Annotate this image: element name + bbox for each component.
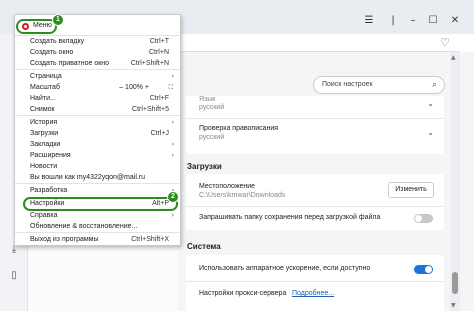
settings-search-input[interactable]: Поиск настроек ⌕: [313, 76, 445, 94]
favorite-heart-icon[interactable]: ♡: [440, 36, 450, 49]
hw-accel-label: Использовать аппаратное ускорение, если …: [199, 265, 371, 272]
system-section-title: Система: [187, 242, 221, 251]
opera-logo-icon: [22, 23, 29, 30]
system-card: Использовать аппаратное ускорение, если …: [186, 255, 444, 311]
search-placeholder: Поиск настроек: [322, 81, 373, 88]
callout-badge-1: 1: [52, 14, 64, 26]
menu-item-exit[interactable]: Выход из программы Ctrl+Shift+X: [30, 234, 177, 245]
scroll-down-icon[interactable]: ▼: [451, 302, 456, 309]
proxy-settings-label: Настройки прокси-сервера: [199, 290, 287, 297]
language-label: Язык: [199, 96, 216, 103]
menu-item-private-window[interactable]: Создать приватное окно Ctrl+Shift+N: [30, 58, 177, 69]
downloads-card: Местоположение C:\Users\kmwar\Downloads …: [186, 174, 444, 230]
menu-item-settings[interactable]: Настройки Alt+P: [30, 198, 177, 209]
separator-icon: |: [391, 14, 395, 26]
menu-item-downloads[interactable]: Загрузки Ctrl+J: [30, 128, 177, 139]
zoom-in-button: +: [144, 84, 149, 91]
divider: [186, 206, 444, 207]
menu-divider: [15, 232, 180, 233]
menu-item-extensions[interactable]: Расширения ›: [30, 150, 177, 161]
panel-toggle-icon[interactable]: ▯: [8, 270, 20, 282]
settings-content: Поиск настроек ⌕ Язык русский ⌄ Проверка…: [178, 52, 474, 311]
divider: [186, 118, 444, 119]
change-location-button[interactable]: Изменить: [388, 182, 434, 198]
menu-item-new-window[interactable]: Создать окно Ctrl+N: [30, 47, 177, 58]
submenu-arrow-icon: ›: [171, 141, 174, 148]
minimize-button[interactable]: –: [404, 13, 422, 27]
menu-item-zoom[interactable]: Масштаб – 100% + ⛶: [30, 82, 177, 93]
language-value: русский: [199, 104, 225, 111]
location-path: C:\Users\kmwar\Downloads: [199, 192, 286, 199]
proxy-more-link[interactable]: Подробнее...: [292, 290, 334, 297]
submenu-arrow-icon: ›: [171, 73, 174, 80]
menu-divider: [15, 69, 180, 70]
spellcheck-value: русский: [199, 134, 225, 141]
chevron-down-icon[interactable]: ⌄: [427, 128, 434, 137]
menu-item-snapshot[interactable]: Снимок Ctrl+Shift+5: [30, 104, 177, 115]
divider: [186, 281, 444, 282]
ask-download-folder-toggle[interactable]: [414, 214, 433, 223]
zoom-controls[interactable]: – 100% +: [119, 82, 149, 93]
menu-item-find[interactable]: Найти... Ctrl+F: [30, 93, 177, 104]
search-icon: ⌕: [431, 80, 437, 90]
menu-item-help[interactable]: Справка ›: [30, 210, 177, 221]
spellcheck-label: Проверка правописания: [199, 125, 279, 132]
menu-item-account[interactable]: Вы вошли как my4322yqon@mail.ru: [30, 172, 177, 183]
scrollbar[interactable]: ▲ ▼: [450, 52, 460, 311]
scroll-up-icon[interactable]: ▲: [451, 54, 456, 61]
maximize-button[interactable]: ☐: [424, 13, 442, 27]
address-bar[interactable]: ♡: [150, 36, 460, 52]
zoom-out-button: –: [119, 84, 124, 91]
menu-item-page[interactable]: Страница ›: [30, 71, 177, 82]
menu-item-news[interactable]: Новости: [30, 161, 177, 172]
zoom-value: 100%: [125, 84, 143, 91]
location-label: Местоположение: [199, 183, 256, 190]
languages-card: Язык русский ⌄ Проверка правописания рус…: [186, 96, 444, 154]
menu-item-bookmarks[interactable]: Закладки ›: [30, 139, 177, 150]
menu-item-new-tab[interactable]: Создать вкладку Ctrl+T: [30, 36, 177, 47]
submenu-arrow-icon: ›: [171, 152, 174, 159]
submenu-arrow-icon: ›: [171, 212, 174, 219]
ask-download-folder-label: Запрашивать папку сохранения перед загру…: [199, 214, 381, 221]
hw-accel-toggle[interactable]: [414, 265, 433, 274]
chevron-down-icon[interactable]: ⌄: [427, 99, 434, 108]
menu-item-developer[interactable]: Разработка›: [30, 185, 177, 196]
submenu-arrow-icon: ›: [171, 119, 174, 126]
close-button[interactable]: ✕: [446, 13, 464, 27]
menu-divider: [15, 115, 180, 116]
callout-badge-2: 2: [167, 191, 179, 203]
menu-item-update-recovery[interactable]: Обновление & восстановление...: [30, 221, 177, 232]
tab-menu-icon[interactable]: ☰: [360, 13, 378, 27]
opera-menu-button[interactable]: Меню: [16, 19, 57, 34]
menu-divider: [15, 183, 180, 184]
menu-button-label: Меню: [33, 22, 52, 29]
downloads-section-title: Загрузки: [187, 162, 222, 171]
fullscreen-icon[interactable]: ⛶: [169, 82, 173, 93]
menu-item-history[interactable]: История ›: [30, 117, 177, 128]
scrollbar-thumb[interactable]: [452, 272, 458, 294]
